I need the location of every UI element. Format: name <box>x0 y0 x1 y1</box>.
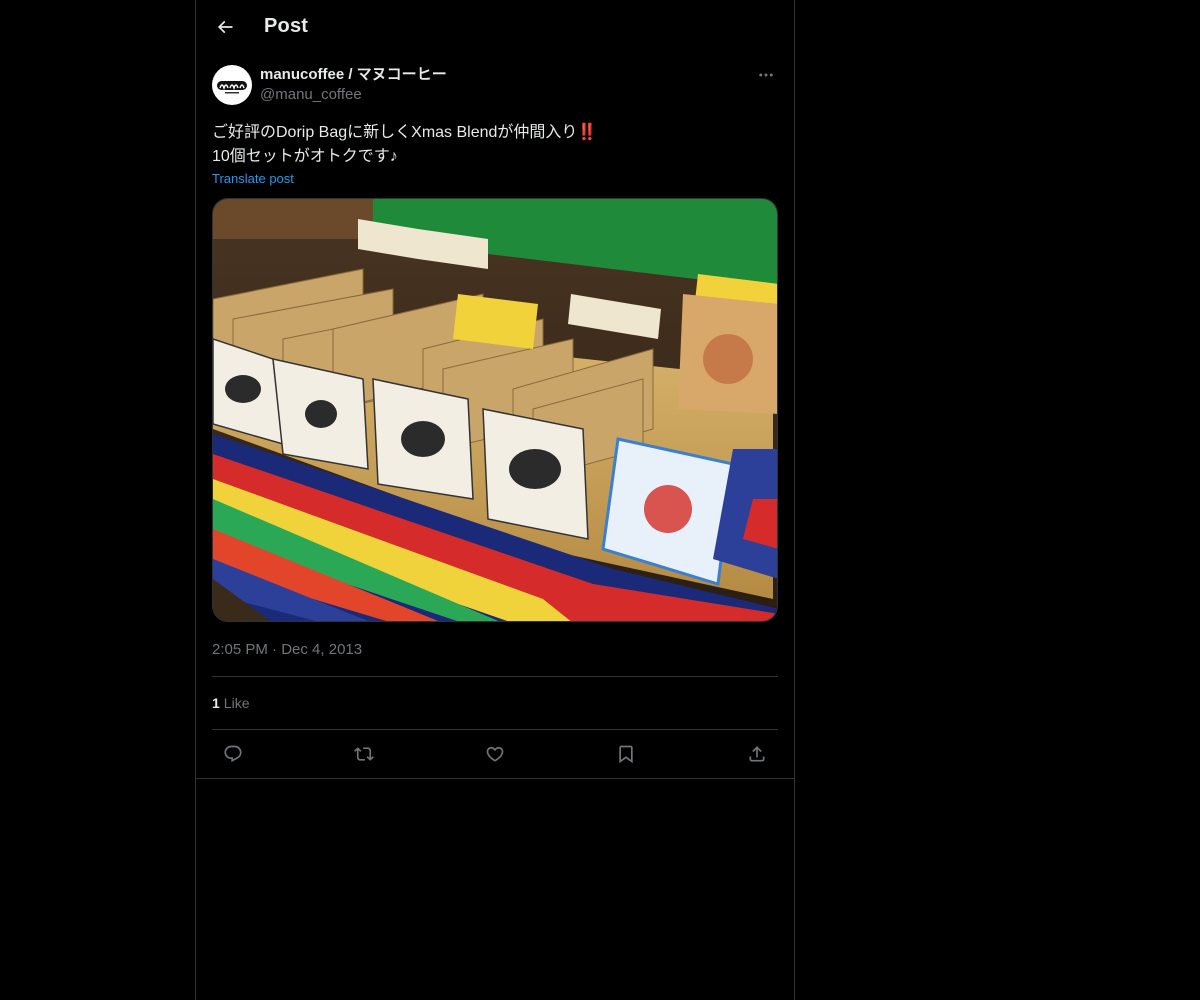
bookmark-button[interactable] <box>609 737 643 771</box>
post-timestamp: 2:05 PM · Dec 4, 2013 <box>212 640 778 660</box>
bookmark-icon <box>619 745 633 763</box>
repost-icon <box>354 746 374 761</box>
post-stats: 1 Like <box>212 677 778 729</box>
post-column: Post manucoffee / マヌコーヒー @manu_coffee ご好… <box>195 0 795 1000</box>
post-text: ご好評のDorip Bagに新しくXmas Blendが仲間入り‼️ 10個セッ… <box>212 121 778 169</box>
back-button[interactable] <box>208 10 242 44</box>
post-date[interactable]: Dec 4, 2013 <box>281 641 362 658</box>
repost-button[interactable] <box>347 737 381 771</box>
page-header: Post <box>196 0 794 53</box>
timestamp-separator: · <box>272 641 278 658</box>
more-horizontal-icon <box>759 73 773 77</box>
share-button[interactable] <box>740 737 774 771</box>
more-options-button[interactable] <box>754 63 778 87</box>
arrow-left-icon <box>217 20 233 33</box>
author-display-name[interactable]: manucoffee / マヌコーヒー <box>260 65 754 85</box>
likes-label[interactable]: Like <box>224 695 250 711</box>
post-text-line2: 10個セットがオトクです♪ <box>212 148 398 165</box>
author-names: manucoffee / マヌコーヒー @manu_coffee <box>260 65 754 105</box>
likes-count[interactable]: 1 <box>212 695 220 711</box>
page-title: Post <box>264 15 309 37</box>
translate-post-link[interactable]: Translate post <box>212 171 294 186</box>
reply-button[interactable] <box>216 737 250 771</box>
post-image[interactable] <box>212 198 778 622</box>
avatar[interactable] <box>212 65 252 105</box>
author-handle[interactable]: @manu_coffee <box>260 85 754 105</box>
divider <box>196 778 794 779</box>
double-exclamation-emoji: ‼️ <box>577 124 598 141</box>
share-icon <box>749 745 765 761</box>
author-row: manucoffee / マヌコーヒー @manu_coffee <box>212 65 778 109</box>
coffee-drip-bags-photo <box>213 199 777 621</box>
post-text-line1: ご好評のDorip Bagに新しくXmas Blendが仲間入り <box>212 124 578 141</box>
post: manucoffee / マヌコーヒー @manu_coffee ご好評のDor… <box>196 53 794 777</box>
manu-logo-icon <box>217 81 247 94</box>
reply-icon <box>224 745 242 762</box>
post-time[interactable]: 2:05 PM <box>212 641 268 658</box>
heart-icon <box>486 746 504 762</box>
action-bar <box>212 730 778 777</box>
like-button[interactable] <box>478 737 512 771</box>
